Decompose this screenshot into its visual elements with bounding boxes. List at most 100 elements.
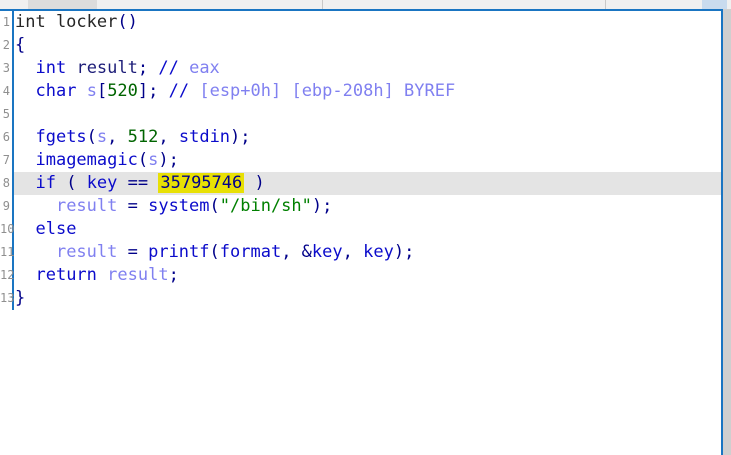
code-line[interactable]: result = system("/bin/sh"); — [14, 195, 721, 218]
code-row: 8 if ( key == 35795746 ) — [0, 172, 721, 195]
code-token[interactable]: "/bin/sh" — [220, 196, 312, 216]
code-row: 11 result = printf(format, &key, key); — [0, 241, 721, 264]
code-token[interactable]: char — [35, 81, 76, 101]
code-token[interactable]: fgets — [35, 127, 86, 147]
code-token[interactable]: ) — [244, 173, 264, 193]
code-token[interactable]: s — [87, 81, 97, 101]
code-token[interactable]: ( — [87, 127, 97, 147]
code-token[interactable]: [ — [97, 81, 107, 101]
code-token[interactable]: 520 — [107, 81, 138, 101]
code-token[interactable]: key — [87, 173, 118, 193]
code-row: 3 int result; // eax — [0, 57, 721, 80]
code-row: 2{ — [0, 34, 721, 57]
line-number: 9 — [0, 195, 14, 218]
code-token[interactable]: ( — [56, 173, 87, 193]
toolbar-separator — [322, 0, 323, 9]
code-token[interactable]: ( — [210, 196, 220, 216]
right-scrollbar-rail[interactable] — [723, 9, 731, 455]
top-toolbar-strip — [0, 0, 731, 9]
code-line[interactable]: { — [14, 34, 721, 57]
code-token[interactable]: = — [117, 196, 148, 216]
code-token[interactable]: ( — [138, 150, 148, 170]
code-token[interactable]: format — [220, 242, 281, 262]
code-token[interactable]: ); — [230, 127, 250, 147]
code-token[interactable]: stdin — [179, 127, 230, 147]
toolbar-separator — [605, 0, 606, 9]
code-token[interactable]: [esp+0h] [ebp-208h] BYREF — [189, 81, 455, 101]
code-token[interactable]: if — [35, 173, 55, 193]
code-token[interactable]: s — [97, 127, 107, 147]
code-token[interactable]: key — [363, 242, 394, 262]
line-number: 7 — [0, 149, 14, 172]
line-number: 10 — [0, 218, 14, 241]
code-rows: 1 int locker() 2{3 int result; // eax 4 cha… — [0, 11, 721, 310]
code-line[interactable]: int locker() — [14, 11, 721, 34]
code-row: 10 else — [0, 218, 721, 241]
code-token[interactable]: } — [15, 288, 25, 308]
code-token[interactable]: int — [35, 58, 66, 78]
scrollbar-chip[interactable] — [702, 0, 727, 9]
code-row: 7 imagemagic(s); — [0, 149, 721, 172]
code-token[interactable]: // — [169, 81, 189, 101]
code-token[interactable]: eax — [179, 58, 220, 78]
code-line[interactable]: fgets(s, 512, stdin); — [14, 126, 721, 149]
line-number: 3 — [0, 57, 14, 80]
code-token[interactable]: ; — [138, 58, 158, 78]
code-token[interactable]: , — [343, 242, 363, 262]
code-token[interactable]: , — [281, 242, 301, 262]
code-token[interactable]: () — [117, 12, 137, 32]
line-number: 12 — [0, 264, 14, 287]
code-line[interactable]: result = printf(format, &key, key); — [14, 241, 721, 264]
code-token[interactable]: else — [35, 219, 76, 239]
code-token[interactable]: result — [56, 242, 117, 262]
code-line[interactable]: } — [14, 287, 721, 310]
line-number: 11 — [0, 241, 14, 264]
code-token[interactable]: result — [76, 58, 137, 78]
code-line[interactable]: if ( key == 35795746 ) — [14, 172, 721, 195]
code-token[interactable]: ); — [158, 150, 178, 170]
code-row: 1 int locker() — [0, 11, 721, 34]
code-token[interactable]: result — [107, 265, 168, 285]
code-line[interactable] — [14, 103, 721, 126]
code-row: 4 char s[520]; // [esp+0h] [ebp-208h] BY… — [0, 80, 721, 103]
code-token[interactable]: 512 — [128, 127, 159, 147]
code-token[interactable]: return — [35, 265, 96, 285]
code-token[interactable]: ; — [169, 265, 179, 285]
code-line[interactable]: return result; — [14, 264, 721, 287]
code-token[interactable]: printf — [148, 242, 209, 262]
code-token[interactable]: system — [148, 196, 209, 216]
code-line[interactable]: char s[520]; // [esp+0h] [ebp-208h] BYRE… — [14, 80, 721, 103]
code-token[interactable]: { — [15, 35, 25, 55]
code-token[interactable]: & — [302, 242, 312, 262]
highlighted-number[interactable]: 35795746 — [158, 173, 245, 193]
code-token[interactable]: ]; — [138, 81, 169, 101]
code-row: 12 return result; — [0, 264, 721, 287]
pseudocode-editor[interactable]: 1 int locker() 2{3 int result; // eax 4 cha… — [0, 9, 723, 455]
line-number: 1 — [0, 11, 14, 34]
code-token[interactable]: ); — [312, 196, 332, 216]
code-token[interactable]: int locker — [15, 12, 117, 32]
code-line[interactable]: int result; // eax — [14, 57, 721, 80]
line-number: 13 — [0, 287, 14, 310]
code-token[interactable]: result — [56, 196, 117, 216]
code-token[interactable]: key — [312, 242, 343, 262]
code-token[interactable]: = — [117, 242, 148, 262]
code-token[interactable]: , — [158, 127, 178, 147]
code-token[interactable]: ); — [394, 242, 414, 262]
code-token[interactable]: == — [117, 173, 158, 193]
code-token[interactable]: s — [148, 150, 158, 170]
code-row: 9 result = system("/bin/sh"); — [0, 195, 721, 218]
code-token[interactable]: // — [158, 58, 178, 78]
code-line[interactable]: else — [14, 218, 721, 241]
code-token[interactable]: ( — [210, 242, 220, 262]
code-token[interactable]: , — [107, 127, 127, 147]
code-token[interactable]: imagemagic — [35, 150, 137, 170]
code-line[interactable]: imagemagic(s); — [14, 149, 721, 172]
